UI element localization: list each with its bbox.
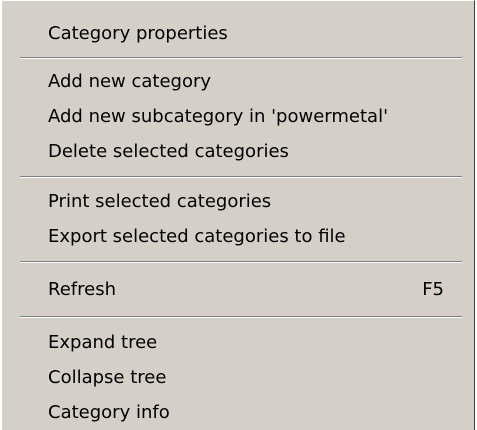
menu-item-collapse-tree[interactable]: Collapse tree bbox=[48, 363, 444, 393]
menu-item-category-properties[interactable]: Category properties bbox=[48, 19, 444, 49]
menu-separator bbox=[20, 57, 462, 59]
menu-item-delete-selected-categories[interactable]: Delete selected categories bbox=[48, 137, 444, 167]
menu-item-label: Expand tree bbox=[48, 332, 158, 353]
context-menu: Category properties Add new category Add… bbox=[0, 0, 475, 430]
menu-item-label: Add new category bbox=[48, 71, 212, 92]
menu-item-add-new-subcategory[interactable]: Add new subcategory in 'powermetal' bbox=[48, 102, 444, 132]
menu-item-label: Category info bbox=[48, 402, 170, 423]
menu-item-label: Print selected categories bbox=[48, 191, 272, 212]
menu-item-refresh[interactable]: Refresh F5 bbox=[48, 275, 444, 305]
menu-item-label: Add new subcategory in 'powermetal' bbox=[48, 106, 389, 127]
menu-item-label: Delete selected categories bbox=[48, 141, 289, 162]
menu-item-category-info[interactable]: Category info bbox=[48, 398, 444, 428]
menu-item-export-selected-categories[interactable]: Export selected categories to file bbox=[48, 222, 444, 252]
menu-item-add-new-category[interactable]: Add new category bbox=[48, 67, 444, 97]
menu-separator bbox=[20, 261, 462, 263]
menu-separator bbox=[20, 316, 462, 318]
menu-item-label: Collapse tree bbox=[48, 367, 167, 388]
menu-separator bbox=[20, 176, 462, 178]
menu-item-label: Refresh bbox=[48, 279, 116, 300]
menu-item-print-selected-categories[interactable]: Print selected categories bbox=[48, 187, 444, 217]
menu-item-shortcut: F5 bbox=[422, 279, 444, 300]
menu-item-label: Category properties bbox=[48, 23, 228, 44]
menu-item-expand-tree[interactable]: Expand tree bbox=[48, 328, 444, 358]
menu-item-label: Export selected categories to file bbox=[48, 226, 346, 247]
